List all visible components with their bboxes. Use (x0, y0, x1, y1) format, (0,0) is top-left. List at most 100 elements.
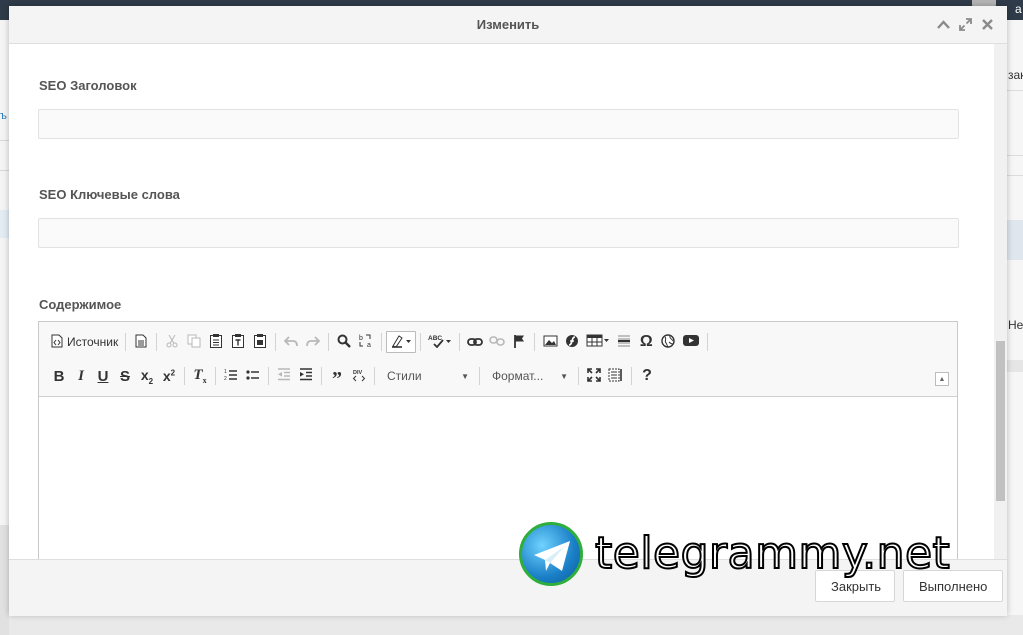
special-char-button[interactable]: Ω (635, 331, 657, 353)
close-icon[interactable] (979, 16, 995, 32)
toolbar-separator (374, 367, 375, 385)
youtube-button[interactable] (679, 331, 703, 353)
horizontal-rule-button[interactable] (613, 331, 635, 353)
find-icon (337, 334, 352, 351)
help-button[interactable]: ? (636, 365, 658, 387)
watermark-text: telegrammy.net (594, 528, 951, 579)
iframe-icon (661, 333, 675, 351)
table-button[interactable] (583, 331, 613, 353)
toolbar-separator (578, 367, 579, 385)
find-button[interactable] (333, 331, 355, 353)
blockquote-icon: ” (332, 368, 342, 390)
paste-word-button[interactable] (249, 331, 271, 353)
italic-button[interactable]: I (70, 365, 92, 387)
seo-keywords-input[interactable] (38, 218, 959, 248)
show-blocks-icon (608, 368, 624, 385)
toolbar-separator (381, 333, 383, 351)
indent-button[interactable] (295, 365, 317, 387)
scrollbar-thumb[interactable] (996, 341, 1005, 501)
strike-button[interactable]: S (114, 365, 136, 387)
replace-icon: ba (358, 333, 374, 351)
chevron-up-icon[interactable] (935, 16, 951, 32)
outdent-button[interactable] (273, 365, 295, 387)
underline-button[interactable]: U (92, 365, 114, 387)
bold-button[interactable]: B (48, 365, 70, 387)
styles-dropdown[interactable]: Стили ▼ (379, 365, 475, 387)
blockquote-button[interactable]: ” (326, 365, 348, 390)
copy-icon (187, 334, 201, 351)
format-dropdown[interactable]: Формат... ▼ (484, 365, 574, 387)
flash-button[interactable] (561, 331, 583, 353)
show-blocks-button[interactable] (605, 365, 627, 387)
flash-icon (565, 334, 579, 351)
background-selected-row (0, 210, 9, 238)
undo-button[interactable] (280, 331, 302, 353)
outdent-icon (277, 368, 291, 384)
seo-keywords-label: SEO Ключевые слова (39, 187, 180, 202)
replace-button[interactable]: ba (355, 331, 377, 353)
toolbar-row-1: Источник ba ABC Ω (48, 329, 712, 355)
dialog-scrollbar[interactable] (994, 44, 1007, 559)
toolbar-separator (459, 333, 461, 351)
numbered-list-button[interactable]: 12 (220, 365, 242, 387)
telegram-logo-icon (519, 522, 583, 586)
spellcheck-icon: ABC (428, 334, 452, 351)
anchor-icon (513, 334, 525, 351)
new-page-button[interactable] (130, 331, 152, 353)
link-button[interactable] (464, 331, 486, 353)
cut-icon (165, 334, 179, 351)
remove-format-icon: Tx (193, 367, 207, 385)
toolbar-separator (275, 333, 277, 351)
paste-button[interactable] (205, 331, 227, 353)
link-icon (467, 335, 484, 350)
div-button[interactable]: DIV (348, 365, 370, 387)
highlight-icon (390, 334, 412, 351)
maximize-icon[interactable] (957, 16, 973, 32)
div-icon: DIV (352, 368, 366, 385)
toolbar-separator (534, 333, 536, 351)
bullet-list-button[interactable] (242, 365, 264, 387)
subscript-icon: x2 (140, 366, 154, 386)
source-label: Источник (67, 335, 119, 349)
toolbar-collapse-button[interactable]: ▲ (935, 372, 949, 386)
svg-text:a: a (367, 342, 371, 348)
toolbar-separator (328, 333, 330, 351)
background-left-footer (0, 525, 9, 635)
copy-button[interactable] (183, 331, 205, 353)
divider (1007, 90, 1023, 91)
maximize-button[interactable] (583, 365, 605, 387)
toolbar-separator (215, 367, 216, 385)
superscript-button[interactable]: x2 (158, 365, 180, 387)
background-right-panel: закр Нет (1007, 20, 1023, 615)
seo-title-input[interactable] (38, 109, 959, 139)
unlink-button[interactable] (486, 331, 508, 353)
toolbar-separator (268, 367, 269, 385)
paste-text-icon (231, 333, 245, 351)
spellcheck-button[interactable]: ABC (425, 331, 455, 353)
iframe-button[interactable] (657, 331, 679, 353)
toolbar-separator (631, 367, 632, 385)
anchor-button[interactable] (508, 331, 530, 353)
editor-toolbar: Источник ba ABC Ω B I U S x2 x2 Tx 1 2 ”… (39, 322, 957, 397)
youtube-icon (682, 334, 700, 350)
format-dropdown-label: Формат... (492, 369, 544, 383)
paste-text-button[interactable] (227, 331, 249, 353)
cut-button[interactable] (161, 331, 183, 353)
toolbar-separator (420, 333, 422, 351)
divider (1007, 175, 1023, 176)
subscript-button[interactable]: x2 (136, 365, 158, 387)
image-button[interactable] (539, 331, 561, 353)
source-button[interactable]: Источник (48, 331, 121, 353)
remove-format-button[interactable]: Tx (189, 365, 211, 387)
content-label: Содержимое (39, 297, 122, 312)
redo-button[interactable] (302, 331, 324, 353)
chevron-down-icon: ▼ (461, 371, 469, 381)
divider (0, 140, 9, 141)
paste-icon (209, 333, 223, 351)
toolbar-separator (707, 333, 709, 351)
toolbar-separator (479, 367, 480, 385)
highlight-button[interactable] (386, 331, 417, 353)
toolbar-separator (184, 367, 185, 385)
numbered-list-icon: 12 (224, 368, 238, 384)
background-left-link[interactable]: ъ (0, 110, 9, 124)
